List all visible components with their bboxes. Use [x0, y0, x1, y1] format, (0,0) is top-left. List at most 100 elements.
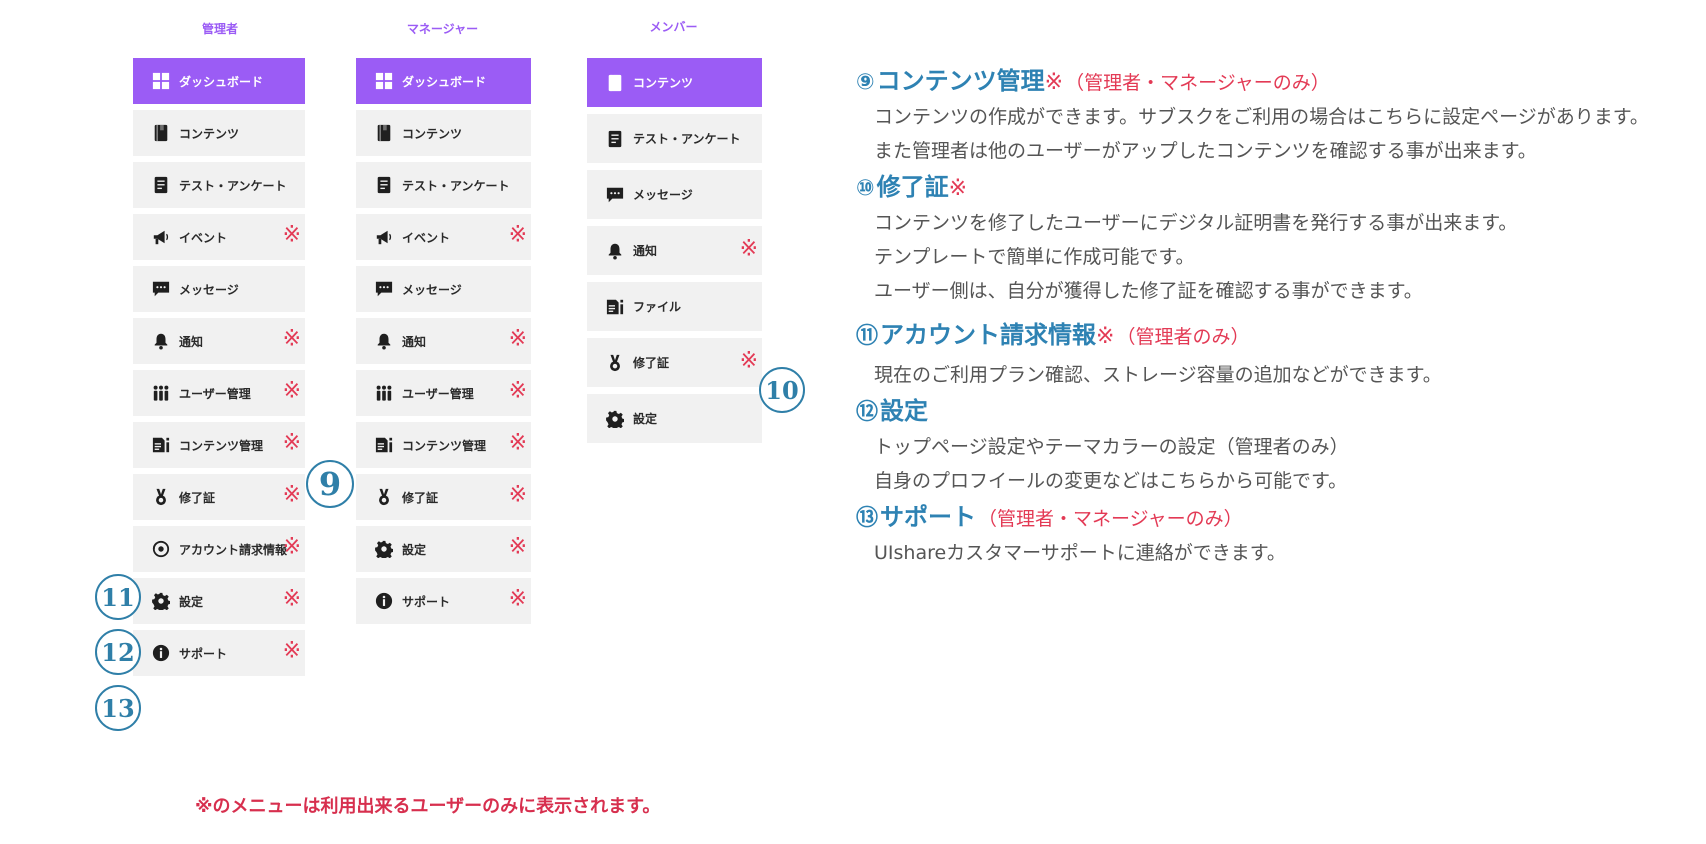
menu-item-label: ユーザー管理	[402, 386, 474, 401]
menu-item-message[interactable]: メッセージ	[133, 266, 305, 312]
menu-item-bell[interactable]: 通知 ※	[587, 226, 762, 275]
info-icon	[374, 591, 394, 611]
restricted-mark: ※	[508, 482, 527, 508]
menu-item-gear[interactable]: 設定 ※	[133, 578, 305, 624]
content-manage-icon	[151, 435, 171, 455]
menu-item-label: テスト・アンケート	[633, 132, 741, 146]
menu-item-label: テスト・アンケート	[402, 178, 510, 193]
menu-item-content-manage[interactable]: ファイル	[587, 282, 762, 331]
gear-icon	[605, 409, 625, 429]
column-title-admin: 管理者	[201, 22, 238, 36]
restricted-mark: ※	[1096, 324, 1115, 349]
section-title: コンテンツ管理	[876, 67, 1045, 95]
menu-item-medal[interactable]: 修了証 ※	[133, 474, 305, 520]
menu-item-label: コンテンツ	[402, 126, 463, 141]
menu-item-label: メッセージ	[179, 282, 239, 297]
medal-icon	[605, 353, 625, 373]
menu-item-dashboard[interactable]: ダッシュボード	[133, 58, 305, 104]
menu-item-medal[interactable]: 修了証 ※	[356, 474, 531, 520]
menu-item-bell[interactable]: 通知 ※	[133, 318, 305, 364]
section-heading: ⑫ 設定	[856, 394, 1676, 430]
menu-item-billing[interactable]: アカウント請求情報 ※	[133, 526, 305, 572]
section-title: サポート	[880, 503, 977, 531]
content-manage-icon	[605, 297, 625, 317]
section-title: 設定	[880, 397, 929, 425]
restricted-mark: ※	[508, 586, 527, 612]
menu-item-label: 設定	[633, 412, 658, 426]
section-number: ⑫	[856, 400, 879, 425]
users-icon	[374, 383, 394, 403]
megaphone-icon	[374, 227, 394, 247]
callout-12: 12	[95, 629, 141, 675]
restricted-mark: ※	[739, 348, 758, 373]
restricted-mark: ※	[508, 326, 527, 352]
menu-item-label: 通知	[633, 244, 658, 258]
restricted-mark: ※	[508, 222, 527, 248]
menu-item-label: テスト・アンケート	[179, 178, 287, 193]
restricted-mark: ※	[282, 534, 301, 560]
menu-item-label: イベント	[179, 230, 228, 245]
menu-item-label: コンテンツ	[179, 126, 240, 141]
menu-item-users[interactable]: ユーザー管理 ※	[133, 370, 305, 416]
menu-item-content-manage[interactable]: コンテンツ管理 ※	[133, 422, 305, 468]
medal-icon	[374, 487, 394, 507]
book-icon	[605, 73, 625, 93]
menu-item-test[interactable]: テスト・アンケート	[587, 114, 762, 163]
menu-item-book[interactable]: コンテンツ	[587, 58, 762, 107]
menu-item-label: メッセージ	[402, 282, 462, 297]
menu-item-medal[interactable]: 修了証 ※	[587, 338, 762, 387]
section-number: ⑨	[856, 70, 875, 95]
menu-item-bell[interactable]: 通知 ※	[356, 318, 531, 364]
medal-icon	[151, 487, 171, 507]
menu-item-label: コンテンツ管理	[179, 438, 264, 453]
menu-item-gear[interactable]: 設定	[587, 394, 762, 443]
callout-13: 13	[95, 685, 141, 731]
menu-item-message[interactable]: メッセージ	[587, 170, 762, 219]
menu-item-content-manage[interactable]: コンテンツ管理 ※	[356, 422, 531, 468]
restricted-mark: ※	[948, 176, 968, 201]
menu-item-book[interactable]: コンテンツ	[133, 110, 305, 156]
section-text: 現在のご利用プラン確認、ストレージ容量の追加などができます。	[874, 364, 1442, 386]
bell-icon	[605, 241, 625, 261]
restricted-mark: ※	[282, 638, 301, 664]
test-icon	[605, 129, 625, 149]
section-note: （管理者のみ）	[1116, 326, 1250, 348]
menu-item-label: 修了証	[402, 490, 439, 505]
menu-item-gear[interactable]: 設定 ※	[356, 526, 531, 572]
admin-menu: ダッシュボード コンテンツ テスト・アンケート イベント ※ メッセージ 通知 ※ ユーザー管理…	[133, 58, 305, 682]
section-number: ⑬	[856, 506, 879, 531]
menu-item-label: 通知	[179, 334, 204, 349]
restricted-mark: ※	[282, 586, 301, 612]
menu-item-label: イベント	[402, 230, 451, 245]
menu-item-label: ダッシュボード	[179, 74, 264, 89]
book-icon	[151, 123, 171, 143]
restricted-mark: ※	[282, 482, 301, 508]
menu-item-dashboard[interactable]: ダッシュボード	[356, 58, 531, 104]
restricted-mark: ※	[508, 430, 527, 456]
dashboard-icon	[374, 71, 394, 91]
section-text: ユーザー側は、自分が獲得した修了証を確認する事ができます。	[874, 280, 1423, 302]
menu-item-info[interactable]: サポート ※	[356, 578, 531, 624]
menu-item-label: アカウント請求情報	[179, 542, 288, 557]
menu-item-label: 修了証	[633, 356, 670, 370]
menu-item-book[interactable]: コンテンツ	[356, 110, 531, 156]
menu-item-label: コンテンツ	[633, 76, 694, 90]
menu-item-test[interactable]: テスト・アンケート	[133, 162, 305, 208]
menu-item-megaphone[interactable]: イベント ※	[356, 214, 531, 260]
section-note: （管理者・マネージャーのみ）	[1065, 72, 1330, 94]
info-icon	[151, 643, 171, 663]
menu-item-users[interactable]: ユーザー管理 ※	[356, 370, 531, 416]
restricted-mark: ※	[282, 222, 301, 248]
section-text: 自身のプロフイールの変更などはこちらから可能です。	[874, 470, 1348, 492]
menu-item-megaphone[interactable]: イベント ※	[133, 214, 305, 260]
section-heading: ⑨ コンテンツ管理 ※ （管理者・マネージャーのみ）	[856, 64, 1676, 100]
menu-item-test[interactable]: テスト・アンケート	[356, 162, 531, 208]
menu-item-message[interactable]: メッセージ	[356, 266, 531, 312]
menu-item-label: 設定	[402, 542, 427, 557]
section-text: コンテンツを修了したユーザーにデジタル証明書を発行する事が出来ます。	[874, 212, 1518, 234]
restricted-mark: ※	[739, 236, 758, 261]
restricted-mark: ※	[1044, 70, 1064, 95]
menu-item-info[interactable]: サポート ※	[133, 630, 305, 676]
dashboard-icon	[151, 71, 171, 91]
menu-item-label: 設定	[179, 594, 204, 609]
